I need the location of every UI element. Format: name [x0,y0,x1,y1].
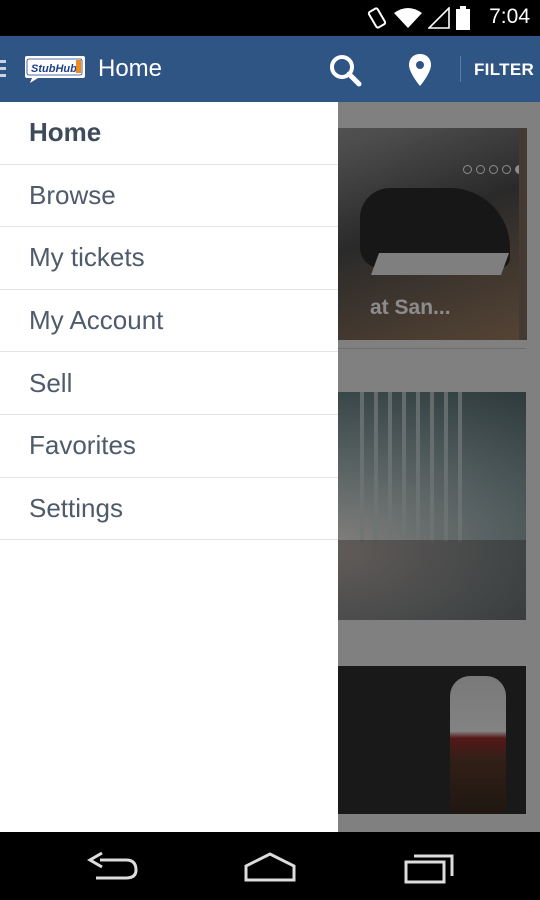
action-divider [460,56,461,82]
drawer-toggle-icon[interactable] [0,60,6,78]
action-bar: StubHub Home FILTER [0,36,540,102]
signal-icon [428,7,450,29]
drawer-item-label: Settings [29,492,123,523]
drawer-item-my-account[interactable]: My Account [0,290,338,353]
drawer-item-label: My Account [29,305,164,336]
drawer-item-browse[interactable]: Browse [0,165,338,228]
clock: 7:04 [489,5,530,28]
drawer-item-label: Browse [29,179,116,210]
drawer-item-favorites[interactable]: Favorites [0,415,338,478]
filter-button[interactable]: FILTER [474,60,534,80]
status-bar: 7:04 [0,0,540,36]
navigation-drawer: Home Browse My tickets My Account Sell F… [0,102,338,832]
svg-text:StubHub: StubHub [31,63,77,75]
drawer-item-home[interactable]: Home [0,102,338,165]
rotation-lock-icon [367,7,387,29]
home-icon[interactable] [240,850,300,884]
drawer-item-label: My tickets [29,242,145,273]
location-pin-icon[interactable] [405,52,435,88]
status-icons [366,6,470,30]
battery-icon [456,6,470,30]
screen: 7:04 StubHub Home FILTER at San... Home … [0,0,540,900]
drawer-item-sell[interactable]: Sell [0,352,338,415]
system-nav-bar [0,832,540,900]
back-icon[interactable] [82,850,142,884]
stubhub-logo[interactable]: StubHub [24,54,86,84]
recent-apps-icon[interactable] [398,850,458,884]
search-icon[interactable] [327,52,363,88]
wifi-icon [394,8,422,28]
drawer-item-label: Home [29,117,102,148]
drawer-item-settings[interactable]: Settings [0,478,338,541]
page-title: Home [98,55,163,82]
drawer-item-label: Sell [29,367,73,398]
drawer-item-my-tickets[interactable]: My tickets [0,227,338,290]
drawer-item-label: Favorites [29,430,136,461]
